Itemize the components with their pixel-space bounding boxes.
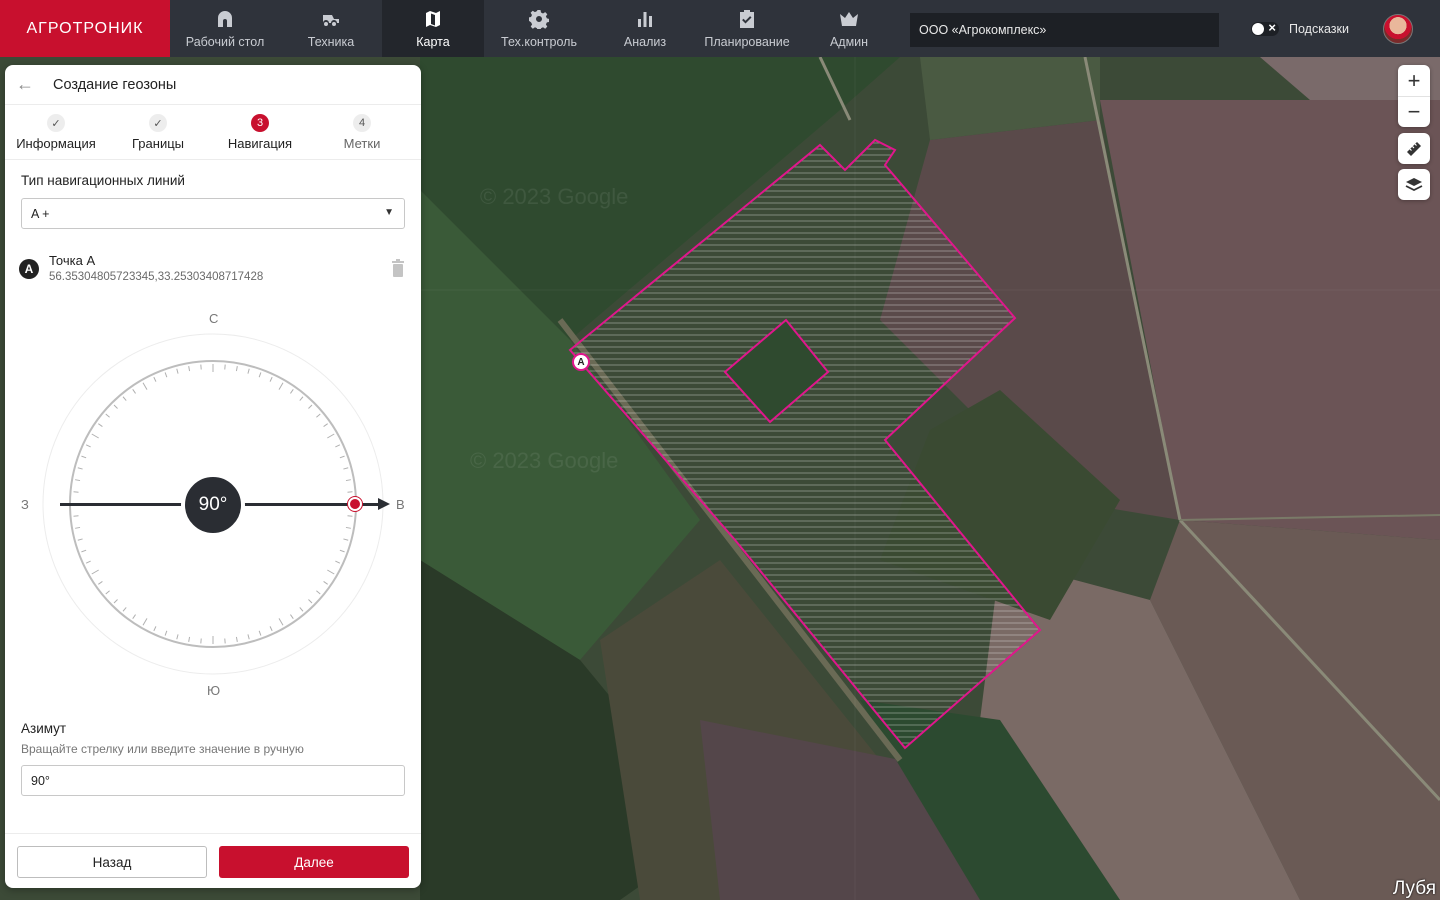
- organization-name: ООО «Агрокомплекс»: [919, 23, 1047, 37]
- map-watermark: © 2023 Google: [480, 184, 629, 209]
- zoom-in-button[interactable]: +: [1398, 65, 1430, 96]
- step-label: Границы: [132, 136, 184, 151]
- gear-icon: [528, 8, 550, 30]
- check-icon: ✓: [149, 114, 167, 132]
- geozone-panel: ← Создание геозоны ✓ Информация ✓ Границ…: [5, 65, 421, 888]
- panel-title: Создание геозоны: [53, 76, 177, 93]
- back-step-button[interactable]: Назад: [17, 846, 207, 878]
- zoom-controls: + −: [1398, 65, 1430, 127]
- back-button[interactable]: ←: [5, 65, 45, 105]
- ruler-control: [1398, 133, 1430, 164]
- tractor-icon: [320, 8, 342, 30]
- trash-icon[interactable]: [391, 259, 405, 277]
- organization-selector[interactable]: ООО «Агрокомплекс»: [910, 13, 1219, 47]
- azimuth-compass[interactable]: С Ю З В 90°: [5, 305, 421, 705]
- azimuth-label: Азимут: [21, 721, 67, 736]
- chevron-down-icon: ▼: [384, 207, 394, 218]
- nav-item-label: Рабочий стол: [185, 35, 265, 49]
- point-a-row: A Точка А 56.35304805723345,33.253034087…: [19, 253, 405, 287]
- step-information[interactable]: ✓ Информация: [5, 105, 107, 159]
- nav-item-label: Анализ: [623, 35, 667, 49]
- hints-toggle-group: × Подсказки: [1251, 20, 1349, 36]
- arrow-left-icon: ←: [16, 74, 34, 94]
- map-icon: [422, 8, 444, 30]
- toggle-knob: [1252, 23, 1264, 35]
- step-number: 3: [251, 114, 269, 132]
- compass-south-label: Ю: [207, 683, 221, 698]
- nav-item-label: Техника: [307, 35, 355, 49]
- main-nav: Рабочий стол Техника Карта Тех.контроль …: [170, 0, 900, 57]
- ruler-button[interactable]: [1398, 133, 1430, 164]
- layers-icon: [1405, 177, 1423, 191]
- nav-item-analysis[interactable]: Анализ: [594, 0, 696, 57]
- clipboard-check-icon: [736, 8, 758, 30]
- nav-item-map[interactable]: Карта: [382, 0, 484, 57]
- nav-item-label: Админ: [829, 35, 869, 49]
- app-logo[interactable]: АГРОТРОНИК: [0, 0, 170, 57]
- step-marks[interactable]: 4 Метки: [311, 105, 413, 159]
- step-label: Информация: [16, 136, 96, 151]
- needle-arrow-icon: [378, 498, 390, 510]
- minus-icon: −: [1407, 99, 1421, 124]
- bar-chart-icon: [634, 8, 656, 30]
- compass-east-label: В: [396, 497, 405, 512]
- app-logo-text: АГРОТРОНИК: [26, 19, 144, 37]
- hints-toggle[interactable]: ×: [1251, 20, 1279, 36]
- step-boundaries[interactable]: ✓ Границы: [107, 105, 209, 159]
- place-label: Лубя: [1392, 878, 1436, 899]
- point-a-marker[interactable]: A: [572, 353, 590, 371]
- layers-button[interactable]: [1398, 169, 1430, 200]
- top-bar: АГРОТРОНИК Рабочий стол Техника Карта Те…: [0, 0, 1440, 57]
- nav-item-label: Планирование: [704, 35, 790, 49]
- avatar[interactable]: [1383, 14, 1413, 44]
- plus-icon: +: [1407, 67, 1421, 93]
- layers-control: [1398, 169, 1430, 200]
- point-coordinates: 56.35304805723345,33.25303408717428: [49, 271, 264, 283]
- nav-item-label: Тех.контроль: [501, 35, 577, 49]
- compass-north-label: С: [209, 311, 219, 326]
- step-navigation[interactable]: 3 Навигация: [209, 105, 311, 159]
- crown-icon: [838, 8, 860, 30]
- azimuth-input[interactable]: 90°: [21, 765, 405, 796]
- nav-item-tech-control[interactable]: Тех.контроль: [484, 0, 594, 57]
- nav-item-planning[interactable]: Планирование: [696, 0, 798, 57]
- zoom-out-button[interactable]: −: [1398, 96, 1430, 127]
- home-icon: [214, 8, 236, 30]
- point-a-marker-label: A: [577, 356, 585, 368]
- wizard-steps: ✓ Информация ✓ Границы 3 Навигация 4 Мет…: [5, 105, 421, 160]
- step-label: Навигация: [227, 136, 293, 151]
- step-number: 4: [353, 114, 371, 132]
- nav-item-admin[interactable]: Админ: [798, 0, 900, 57]
- compass-west-label: З: [21, 497, 29, 512]
- next-step-button[interactable]: Далее: [219, 846, 409, 878]
- panel-footer: Назад Далее: [5, 833, 421, 888]
- ruler-icon: [1407, 141, 1421, 156]
- point-a-badge: A: [19, 259, 39, 279]
- nav-item-machinery[interactable]: Техника: [280, 0, 382, 57]
- nav-item-dashboard[interactable]: Рабочий стол: [170, 0, 280, 57]
- compass-angle-value: 90°: [198, 494, 228, 515]
- needle-handle[interactable]: [348, 497, 362, 511]
- azimuth-hint: Вращайте стрелку или введите значение в …: [21, 742, 304, 756]
- map-watermark: © 2023 Google: [470, 448, 619, 473]
- nav-line-type-value: A +: [31, 206, 50, 221]
- point-name: Точка А: [49, 253, 96, 268]
- panel-header: ← Создание геозоны: [5, 65, 421, 105]
- nav-line-type-label: Тип навигационных линий: [21, 173, 185, 188]
- step-label: Метки: [343, 136, 381, 151]
- nav-line-type-select[interactable]: A + ▼: [21, 198, 405, 229]
- nav-item-label: Карта: [416, 35, 450, 49]
- hints-label: Подсказки: [1289, 22, 1349, 36]
- compass-center-hub: 90°: [181, 473, 245, 537]
- azimuth-input-value: 90°: [31, 773, 50, 788]
- close-icon: ×: [1268, 20, 1276, 35]
- check-icon: ✓: [47, 114, 65, 132]
